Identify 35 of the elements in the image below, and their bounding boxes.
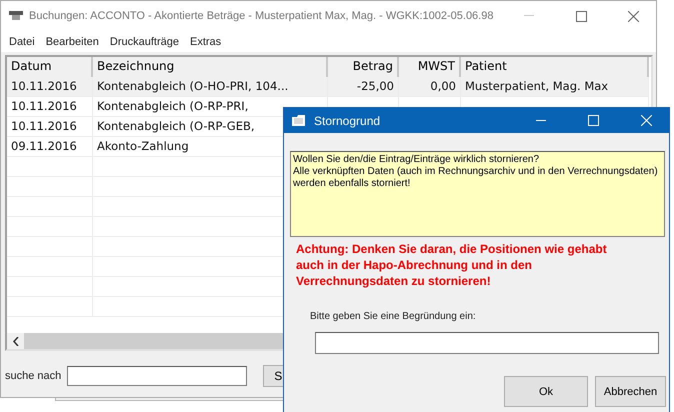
table-cell: Kontenabgleich (O-HO-PRI, 104...	[93, 77, 328, 98]
message-text: Wollen Sie den/die Eintrag/Einträge wirklich stornieren? Alle verknüpften Daten (auch im Rechnungsarchiv und in den Verrechnungsdaten) werden ebenfalls storniert!	[290, 151, 665, 237]
table-cell: 0,00	[399, 77, 461, 98]
window-title: Buchungen: ACCONTO - Akontierte Beträge - Musterpatient Max, Mag. - WGKK:1002-05.06.98	[29, 10, 494, 22]
column-header[interactable]: Datum	[7, 57, 93, 78]
column-header[interactable]: MWST	[399, 57, 461, 78]
table-cell: 09.11.2016	[7, 137, 93, 158]
table-cell: 10.11.2016	[7, 117, 93, 138]
maximize-icon	[588, 115, 599, 126]
table-cell: 10.11.2016	[7, 97, 93, 118]
menu-item[interactable]: Extras	[186, 36, 228, 48]
close-icon	[628, 10, 638, 22]
app-icon	[9, 11, 23, 21]
column-header[interactable]: Betrag	[328, 57, 399, 78]
search-label: suche nach	[5, 370, 62, 382]
reason-label: Bitte geben Sie eine Begründung ein:	[310, 311, 477, 322]
close-icon	[641, 115, 652, 126]
ok-button[interactable]: Ok	[504, 376, 588, 407]
reason-field[interactable]	[315, 332, 659, 354]
table-cell: 10.11.2016	[7, 77, 93, 98]
table-cell: -25,00	[328, 77, 399, 98]
table-cell: Musterpatient, Mag. Max	[461, 77, 649, 98]
folder-icon	[292, 115, 306, 126]
menu-item[interactable]: Datei	[5, 36, 42, 48]
menu-item[interactable]: Druckaufträge	[106, 36, 186, 48]
column-header[interactable]: Bezeichnung	[93, 57, 328, 78]
warning-text: Achtung: Denken Sie daran, die Positionen wie gehabt auch in der Hapo-Abrechnung und in den Verrechnungsdaten zu stornieren!	[296, 241, 608, 289]
maximize-icon	[576, 10, 586, 22]
scroll-left-icon[interactable]	[12, 336, 18, 346]
cancel-button[interactable]: Abbrechen	[595, 376, 666, 407]
minimize-icon	[524, 15, 534, 17]
column-header[interactable]: Patient	[461, 57, 649, 78]
search-field[interactable]	[67, 366, 248, 386]
menu-item[interactable]: Bearbeiten	[42, 36, 106, 48]
minimize-icon	[536, 120, 546, 122]
